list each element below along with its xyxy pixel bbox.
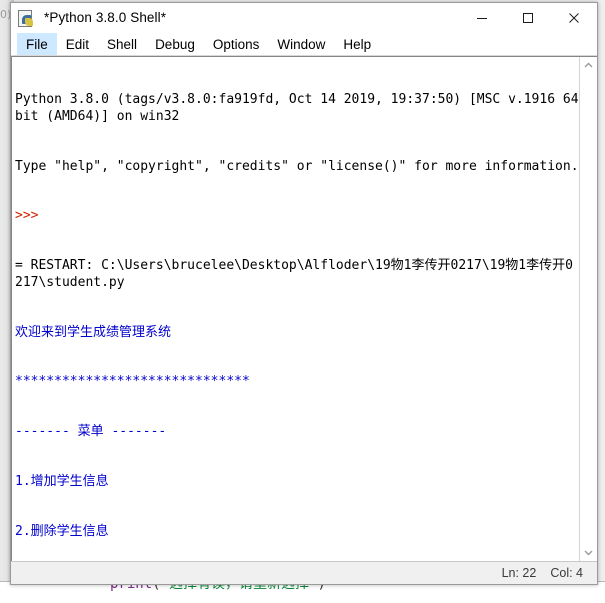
maximize-button[interactable] xyxy=(505,3,551,32)
menu-options-label: Options xyxy=(212,36,260,52)
minimize-button[interactable] xyxy=(459,3,505,32)
shell-content-area: Python 3.8.0 (tags/v3.8.0:fa919fd, Oct 1… xyxy=(11,56,597,561)
shell-welcome-line: 欢迎来到学生成绩管理系统 xyxy=(15,324,172,340)
menu-options[interactable]: Options xyxy=(204,33,269,55)
window-controls xyxy=(459,3,597,32)
shell-menu-header: ------- 菜单 ------- xyxy=(15,424,167,440)
python-idle-icon xyxy=(17,9,35,27)
scrollbar-track[interactable] xyxy=(580,74,597,544)
shell-prompt-marker: >>> xyxy=(15,208,39,224)
menu-edit-label: Edit xyxy=(65,36,90,52)
menu-debug-label: Debug xyxy=(155,36,195,52)
shell-restart-line: = RESTART: C:\Users\brucelee\Desktop\Alf… xyxy=(15,258,573,290)
window-titlebar[interactable]: *Python 3.8.0 Shell* xyxy=(11,3,597,33)
scroll-up-arrow-icon[interactable] xyxy=(580,57,597,74)
shell-banner-line-1: Python 3.8.0 (tags/v3.8.0:fa919fd, Oct 1… xyxy=(15,92,579,124)
status-column-number: Col: 4 xyxy=(550,566,583,580)
shell-banner-line-2: Type "help", "copyright", "credits" or "… xyxy=(15,158,579,174)
menu-file[interactable]: File xyxy=(17,33,57,55)
menu-debug[interactable]: Debug xyxy=(146,33,204,55)
menu-shell[interactable]: Shell xyxy=(98,33,146,55)
statusbar: Ln: 22 Col: 4 xyxy=(11,561,597,584)
menu-help[interactable]: Help xyxy=(334,33,380,55)
status-line-number: Ln: 22 xyxy=(501,566,537,580)
menu-shell-label: Shell xyxy=(107,36,138,52)
vertical-scrollbar[interactable] xyxy=(579,57,597,561)
shell-menu-option-1: 1.增加学生信息 xyxy=(15,473,109,489)
menubar: File Edit Shell Debug Options Window Hel… xyxy=(11,33,597,56)
menu-file-label: File xyxy=(26,36,48,52)
menu-edit[interactable]: Edit xyxy=(57,33,98,55)
shell-menu-option-2: 2.删除学生信息 xyxy=(15,523,109,539)
scroll-down-arrow-icon[interactable] xyxy=(580,544,597,561)
menu-window-label: Window xyxy=(277,36,326,52)
python-shell-window: *Python 3.8.0 Shell* File Edit Shell Deb… xyxy=(10,2,598,585)
shell-output-text[interactable]: Python 3.8.0 (tags/v3.8.0:fa919fd, Oct 1… xyxy=(12,57,579,561)
menu-window[interactable]: Window xyxy=(268,33,334,55)
window-title: *Python 3.8.0 Shell* xyxy=(44,10,167,25)
menu-help-label: Help xyxy=(343,36,372,52)
close-button[interactable] xyxy=(551,3,597,32)
shell-stars-short-top: ****************************** xyxy=(15,374,250,390)
